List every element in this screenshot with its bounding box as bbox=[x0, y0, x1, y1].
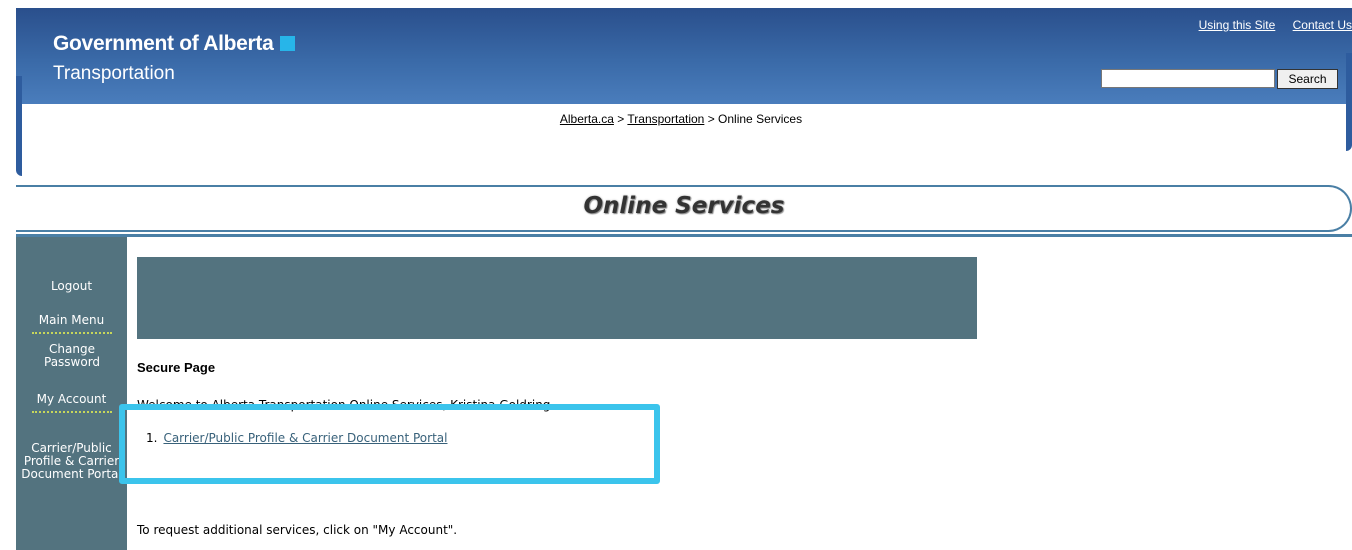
header-right-cap bbox=[1346, 53, 1352, 151]
content-header-bar bbox=[137, 257, 977, 339]
breadcrumb-separator: > bbox=[617, 112, 625, 126]
breadcrumb-transportation-link[interactable]: Transportation bbox=[627, 112, 704, 126]
breadcrumb-alberta-link[interactable]: Alberta.ca bbox=[560, 112, 614, 126]
utility-links: Using this Site Contact Us bbox=[1185, 18, 1352, 32]
title-banner-rule bbox=[16, 234, 1352, 237]
page-frame: Government of Alberta Transportation Usi… bbox=[16, 8, 1352, 550]
sidebar-item-logout[interactable]: Logout bbox=[16, 280, 127, 293]
contact-us-link[interactable]: Contact Us bbox=[1293, 18, 1352, 32]
logo-square-icon bbox=[280, 36, 296, 51]
search-input[interactable] bbox=[1101, 69, 1275, 88]
page-title: Online Services bbox=[583, 193, 785, 219]
sidebar-item-change-password[interactable]: Change Password bbox=[44, 343, 100, 369]
site-header: Government of Alberta Transportation Usi… bbox=[16, 8, 1352, 104]
sidebar-divider bbox=[32, 411, 112, 413]
highlight-box bbox=[119, 404, 660, 484]
sidebar-item-carrier-portal[interactable]: Carrier/Public Profile & Carrier Documen… bbox=[19, 442, 124, 481]
org-logo[interactable]: Government of Alberta bbox=[53, 32, 296, 56]
dept-name: Transportation bbox=[53, 63, 175, 84]
request-services-text: To request additional services, click on… bbox=[137, 523, 458, 537]
using-this-site-link[interactable]: Using this Site bbox=[1199, 18, 1276, 32]
breadcrumb-current: Online Services bbox=[718, 112, 803, 126]
sidebar-divider bbox=[32, 332, 112, 334]
header-left-cap bbox=[16, 76, 22, 176]
org-name: Government of Alberta bbox=[53, 32, 274, 55]
breadcrumb: Alberta.ca > Transportation > Online Ser… bbox=[16, 104, 1346, 126]
search-button[interactable]: Search bbox=[1277, 69, 1338, 89]
secure-page-heading: Secure Page bbox=[137, 360, 216, 375]
sidebar-item-main-menu[interactable]: Main Menu bbox=[16, 314, 127, 327]
sidebar-item-my-account[interactable]: My Account bbox=[16, 393, 127, 406]
sidebar: Logout Main Menu Change Password My Acco… bbox=[16, 237, 127, 550]
breadcrumb-separator: > bbox=[707, 112, 715, 126]
